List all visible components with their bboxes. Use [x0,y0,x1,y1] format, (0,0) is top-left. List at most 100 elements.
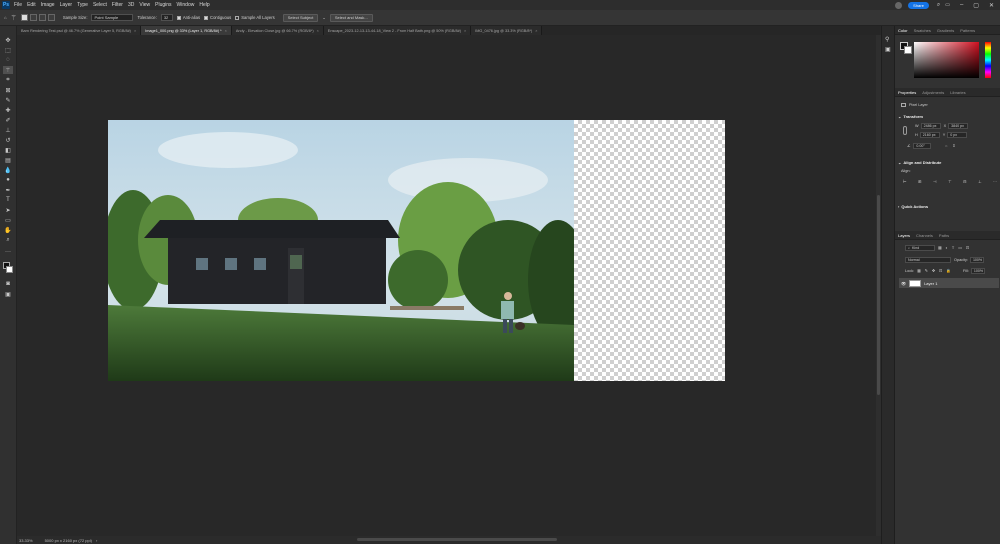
sample-size-select[interactable]: Point Sample [91,14,134,21]
flip-horizontal-icon[interactable]: ⇔ [944,144,948,148]
tab-gradients[interactable]: Gradients [934,28,957,33]
lock-pixels-icon[interactable]: ▦ [917,268,921,273]
menu-select[interactable]: Select [93,2,107,8]
brush-tool-icon[interactable]: ✐ [3,116,13,124]
align-right-icon[interactable]: ⊣ [933,179,936,184]
menu-file[interactable]: File [14,2,22,8]
lasso-tool-icon[interactable]: ◌ [3,56,13,64]
healing-brush-tool-icon[interactable]: ✚ [3,106,13,114]
new-selection-icon[interactable] [20,14,28,21]
align-left-icon[interactable]: ⊢ [903,179,906,184]
tab-close-icon[interactable]: × [464,29,466,33]
filter-pixel-icon[interactable]: ▦ [938,245,942,250]
clone-stamp-tool-icon[interactable]: ⊥ [3,126,13,134]
menu-type[interactable]: Type [77,2,88,8]
tab-close-icon[interactable]: × [317,29,319,33]
align-top-icon[interactable]: ⊤ [948,179,951,184]
path-selection-tool-icon[interactable]: ➤ [3,206,13,214]
dodge-tool-icon[interactable]: ● [3,176,13,184]
comments-panel-icon[interactable]: ▣ [885,46,891,53]
visibility-eye-icon[interactable]: 👁 [901,281,906,286]
screen-mode-icon[interactable]: ▣ [3,290,13,298]
lock-all-icon[interactable]: 🔒 [946,268,951,273]
eraser-tool-icon[interactable]: ◧ [3,146,13,154]
scrollbar-thumb[interactable] [877,195,880,395]
angle-input[interactable]: 0.00° [913,142,932,149]
filter-adjustment-icon[interactable]: ◐ [946,246,948,250]
filter-type-icon[interactable]: T [952,246,954,250]
blur-tool-icon[interactable]: 💧 [3,166,13,174]
menu-plugins[interactable]: Plugins [155,2,171,8]
tab-paths[interactable]: Paths [936,233,952,238]
color-picker-field[interactable] [914,42,979,78]
tab-close-icon[interactable]: × [134,29,136,33]
antialias-checkbox[interactable]: Anti-alias [176,15,200,20]
home-icon[interactable]: ⌂ [4,15,7,20]
quick-mask-icon[interactable]: ◙ [3,280,13,288]
tab-close-icon[interactable]: × [535,29,537,33]
magic-wand-tool-icon[interactable]: ⚚ [11,14,17,22]
tab-properties[interactable]: Properties [895,90,919,95]
tab-document[interactable]: IMG_0476.jpg @ 33.3% (RGB/8*) × [471,26,543,35]
filter-shape-icon[interactable]: ▭ [958,245,962,250]
hue-slider[interactable] [985,42,991,78]
lock-position-icon[interactable]: ✥ [932,268,935,273]
align-more-icon[interactable]: ··· [993,180,997,184]
pen-tool-icon[interactable]: ✒ [3,186,13,194]
frame-tool-icon[interactable]: ⊠ [3,86,13,94]
menu-layer[interactable]: Layer [60,2,73,8]
tab-patterns[interactable]: Patterns [957,28,978,33]
select-and-mask-button[interactable]: Select and Mask... [329,13,373,22]
background-color-swatch[interactable] [6,266,13,273]
align-vcenter-icon[interactable]: ⊟ [963,179,966,184]
type-tool-icon[interactable]: T [3,196,13,204]
history-brush-tool-icon[interactable]: ↺ [3,136,13,144]
eyedropper-tool-icon[interactable]: ✎ [3,96,13,104]
more-tools-icon[interactable]: ··· [3,248,13,256]
blend-mode-select[interactable]: Normal [905,256,951,263]
bg-color-swatch[interactable] [904,46,912,54]
select-subject-button[interactable]: Select Subject [282,13,319,22]
menu-edit[interactable]: Edit [27,2,36,8]
link-dimensions-icon[interactable] [903,126,907,135]
sample-all-layers-checkbox[interactable]: Sample All Layers [235,15,275,20]
chevron-right-icon[interactable]: › [96,538,97,543]
move-tool-icon[interactable]: ✥ [3,36,13,44]
fill-input[interactable]: 100% [970,267,985,274]
rectangle-tool-icon[interactable]: ▭ [3,216,13,224]
add-selection-icon[interactable] [29,14,37,21]
tab-document[interactable]: Enscape_2023-12-13-13-44-18_View 2 - Fro… [323,26,472,35]
contiguous-checkbox[interactable]: Contiguous [204,15,231,20]
menu-3d[interactable]: 3D [128,2,134,8]
tolerance-input[interactable]: 32 [160,14,173,21]
tab-document-active[interactable]: Image1_000.png @ 33% (Layer 1, RGB/8#) *… [141,26,232,35]
lock-paint-icon[interactable]: ✎ [925,268,928,273]
layer-name[interactable]: Layer 1 [924,281,937,286]
marquee-tool-icon[interactable]: ⬚ [3,46,13,54]
h-input[interactable]: 2160 px [919,131,940,138]
transparent-canvas-area[interactable] [574,120,725,381]
document-info[interactable]: 5000 px x 2160 px (72 ppi) [45,538,92,543]
crop-tool-icon[interactable]: ⌗ [3,76,13,84]
tab-layers[interactable]: Layers [895,233,913,238]
menu-help[interactable]: Help [199,2,209,8]
search-icon[interactable]: ⌕ [937,2,940,9]
gradient-tool-icon[interactable]: ▤ [3,156,13,164]
share-button[interactable]: Share [908,1,929,9]
zoom-level[interactable]: 33.33% [19,538,33,543]
tab-document[interactable]: Barn Rendering Test.psd @ 46.7% (Generat… [17,26,142,35]
tab-swatches[interactable]: Swatches [911,28,934,33]
y-input[interactable]: 0 px [947,131,968,138]
tab-libraries[interactable]: Libraries [947,90,968,95]
x-input[interactable]: 3840 px [948,122,969,129]
close-icon[interactable]: ✕ [989,2,994,9]
tab-color[interactable]: Color [895,28,911,33]
align-bottom-icon[interactable]: ⊥ [978,179,981,184]
layer-row[interactable]: 👁 Layer 1 [899,278,999,288]
align-hcenter-icon[interactable]: ⊞ [918,179,921,184]
menu-window[interactable]: Window [177,2,195,8]
magic-wand-tool-icon[interactable]: ⚚ [3,66,13,74]
transform-section-title[interactable]: ⌄ Transform [895,112,923,120]
filter-smart-icon[interactable]: ⊡ [966,245,969,250]
opacity-input[interactable]: 100% [969,256,984,263]
